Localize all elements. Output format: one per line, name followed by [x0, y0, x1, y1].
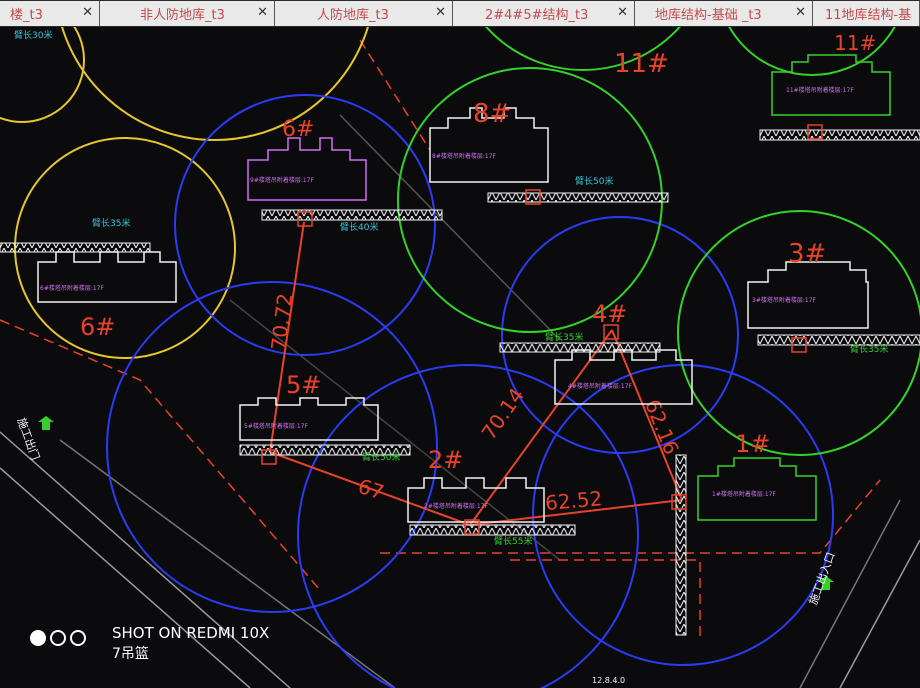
tab-label: 2#4#5#结构_t3: [485, 8, 589, 23]
dimension-label: 12.8.4.0: [592, 676, 625, 685]
drawing-tab-bar: 楼_t3 ✕ 非人防地库_t3 ✕ 人防地库_t3 ✕ 2#4#5#结构_t3 ✕ 地库…: [0, 0, 920, 27]
tab-label: 11地库结构-基: [825, 8, 912, 23]
tab-civil-defense-basement[interactable]: 人防地库_t3 ✕: [275, 1, 453, 26]
crane-jib: [499, 342, 661, 353]
crane-label: 3#: [788, 239, 826, 269]
crane-jib: [261, 209, 443, 221]
tab-label: 地库结构-基础 _t3: [655, 8, 762, 23]
crane-jib: [0, 242, 151, 253]
distance-label: 62.52: [544, 486, 603, 515]
tab-label: 楼_t3: [10, 8, 43, 23]
svg-text:8#楼塔吊附着楼层:17F: 8#楼塔吊附着楼层:17F: [432, 152, 497, 160]
cad-drawing-canvas[interactable]: 70.72 67 70.14 62.52 62.16 6# 8# 11# 3# …: [0, 27, 920, 688]
tab-building[interactable]: 楼_t3 ✕: [0, 1, 100, 26]
close-icon[interactable]: ✕: [435, 5, 446, 20]
radius-label: 臂长35米: [850, 343, 888, 355]
dot-icon: [70, 630, 86, 646]
svg-text:5#楼塔吊附着楼层:17F: 5#楼塔吊附着楼层:17F: [244, 422, 309, 430]
crane-jib: [487, 192, 669, 203]
crane-jib: [759, 129, 920, 141]
tab-basement-structure-11[interactable]: 11地库结构-基: [813, 1, 920, 26]
crane-label: 8#: [473, 99, 511, 129]
crane-label: 11#: [834, 31, 876, 55]
crane-label: 1#: [735, 430, 770, 458]
tab-label: 人防地库_t3: [317, 8, 389, 23]
radius-label: 臂长30米: [14, 29, 52, 41]
dot-icon: [30, 630, 46, 646]
tab-structure-2-4-5[interactable]: 2#4#5#结构_t3 ✕: [453, 1, 635, 26]
svg-text:1#楼塔吊附着楼层:17F: 1#楼塔吊附着楼层:17F: [712, 490, 777, 498]
svg-text:3#楼塔吊附着楼层:17F: 3#楼塔吊附着楼层:17F: [752, 296, 817, 304]
crane-label: 2#: [428, 446, 463, 474]
dot-icon: [50, 630, 66, 646]
svg-text:6#楼塔吊附着楼层:17F: 6#楼塔吊附着楼层:17F: [40, 284, 105, 292]
radius-label: 臂长50米: [362, 451, 400, 463]
radius-label: 臂长40米: [340, 221, 378, 233]
crane-jib: [675, 454, 687, 636]
crane-jib: [757, 334, 920, 346]
crane-label: 6#: [80, 313, 115, 341]
camera-watermark: SHOT ON REDMI 10X: [112, 624, 270, 642]
crane-label: 11#: [614, 49, 669, 79]
radius-label: 臂长50米: [575, 175, 613, 187]
tab-non-civil-defense-basement[interactable]: 非人防地库_t3 ✕: [100, 1, 275, 26]
crane-label: 5#: [286, 371, 321, 399]
crane-label: 6#: [282, 117, 314, 142]
radius-label: 臂长55米: [494, 535, 532, 547]
svg-text:4#楼塔吊附着楼层:17F: 4#楼塔吊附着楼层:17F: [568, 382, 633, 390]
crane-label: 4#: [592, 300, 627, 328]
svg-text:9#楼塔吊附着楼层:17F: 9#楼塔吊附着楼层:17F: [250, 176, 315, 184]
close-icon[interactable]: ✕: [617, 5, 628, 20]
radius-label: 臂长35米: [92, 217, 130, 229]
radius-label: 臂长35米: [545, 331, 583, 343]
close-icon[interactable]: ✕: [257, 5, 268, 20]
close-icon[interactable]: ✕: [795, 5, 806, 20]
camera-mode-dots: [30, 630, 86, 646]
camera-watermark-caption: 7吊篮: [112, 646, 149, 662]
svg-text:11#楼塔吊附着楼层:17F: 11#楼塔吊附着楼层:17F: [786, 86, 854, 94]
svg-text:2#楼塔吊附着楼层:17F: 2#楼塔吊附着楼层:17F: [424, 502, 489, 510]
tab-label: 非人防地库_t3: [140, 8, 225, 23]
close-icon[interactable]: ✕: [82, 5, 93, 20]
crane-jib: [409, 524, 576, 536]
tab-basement-foundation[interactable]: 地库结构-基础 _t3 ✕: [635, 1, 813, 26]
